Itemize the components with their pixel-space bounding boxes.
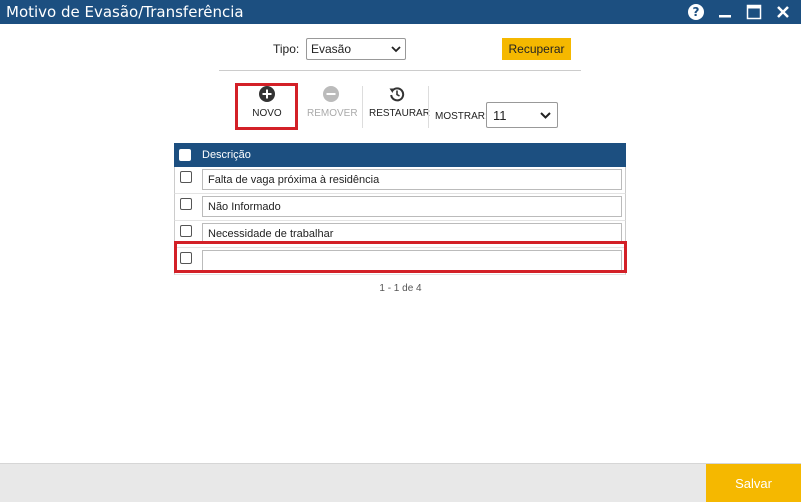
row-checkbox[interactable] [180,198,192,210]
table-row: Falta de vaga próxima à residência [174,167,626,194]
title-bar: Motivo de Evasão/Transferência ? [0,0,801,24]
remover-button[interactable]: REMOVER [307,86,358,126]
footer-bar: Salvar [0,463,801,502]
plus-circle-icon [259,86,275,102]
divider [219,70,581,71]
chevron-down-icon [391,46,401,53]
pagination-info: 1 - 1 de 4 [379,283,422,294]
maximize-button[interactable] [745,3,763,21]
minimize-icon [719,15,731,18]
select-all-checkbox[interactable] [179,149,191,161]
tipo-label: Tipo: [273,42,300,56]
window-title: Motivo de Evasão/Transferência [6,3,244,21]
mostrar-label: MOSTRAR: [435,111,488,122]
mostrar-select[interactable]: 11 [486,102,558,128]
minimize-button[interactable] [716,3,734,21]
row-checkbox[interactable] [180,225,192,237]
novo-button[interactable]: NOVO [246,86,288,126]
recuperar-button[interactable]: Recuperar [502,38,571,60]
table-row: Necessidade de trabalhar [174,221,626,248]
table-header: Descrição [174,143,626,167]
salvar-button[interactable]: Salvar [706,464,801,502]
restaurar-label: RESTAURAR [369,108,430,119]
remover-label: REMOVER [307,108,358,119]
descricao-input[interactable]: Necessidade de trabalhar [202,223,622,244]
filter-row: Tipo: Evasão Recuperar [0,38,801,62]
restore-icon [389,87,404,102]
toolbar-separator [428,86,429,128]
descricao-input[interactable]: Falta de vaga próxima à residência [202,169,622,190]
descricao-table: Descrição Falta de vaga próxima à residê… [174,143,626,275]
descricao-input[interactable]: Não Informado [202,196,622,217]
mostrar-value: 11 [493,107,507,123]
descricao-input[interactable] [202,250,622,271]
row-checkbox[interactable] [180,171,192,183]
column-header-descricao: Descrição [202,149,251,161]
table-row: Não Informado [174,194,626,221]
close-button[interactable] [774,3,792,21]
toolbar-separator [362,86,363,128]
chevron-down-icon [540,112,551,119]
table-row [174,248,626,275]
tipo-select[interactable]: Evasão [306,38,406,60]
restaurar-button[interactable]: RESTAURAR [369,86,430,126]
row-checkbox[interactable] [180,252,192,264]
novo-label: NOVO [252,108,282,119]
close-icon [777,6,789,18]
tipo-value: Evasão [311,42,352,56]
help-button[interactable]: ? [687,3,705,21]
maximize-icon [746,4,762,20]
help-icon: ? [688,4,704,20]
minus-circle-icon [323,86,339,102]
